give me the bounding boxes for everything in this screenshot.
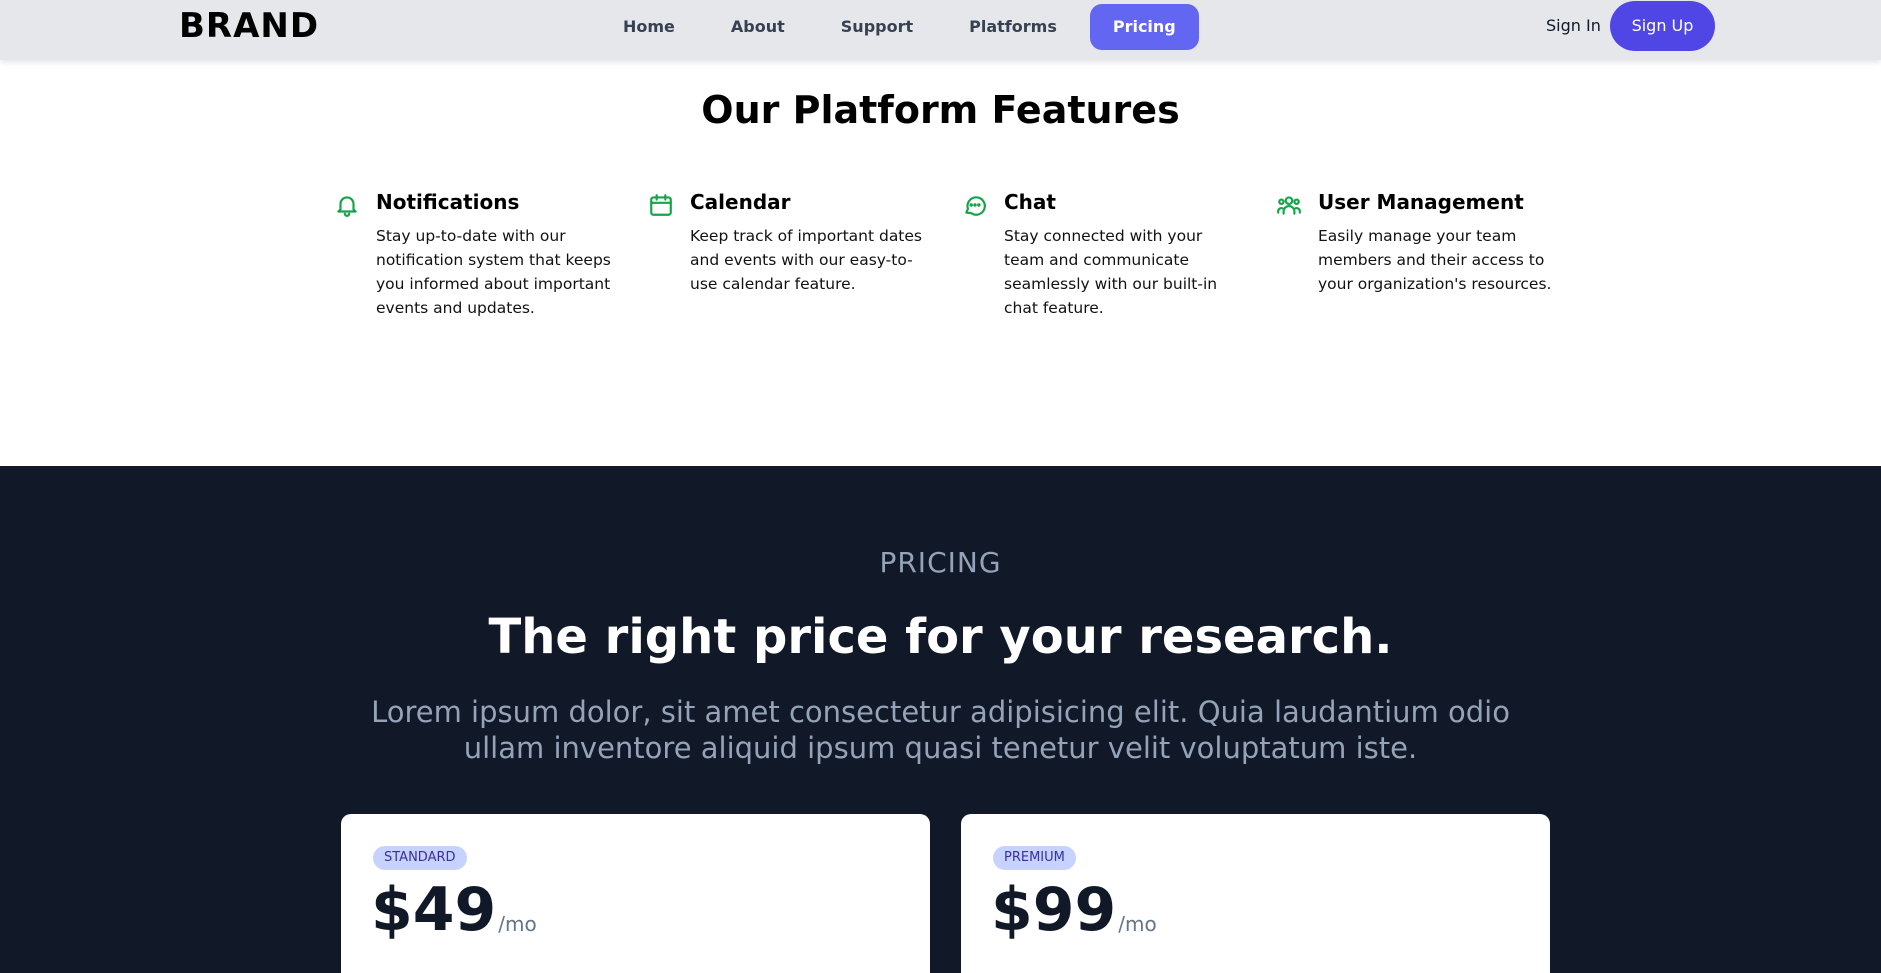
chat-icon (962, 190, 1004, 320)
bell-icon (334, 190, 376, 320)
feature-description: Stay up-to-date with our notification sy… (376, 227, 611, 317)
nav-home[interactable]: Home (600, 4, 698, 50)
feature-description: Easily manage your team members and thei… (1318, 227, 1552, 293)
plan-badge: PREMIUM (993, 846, 1076, 870)
main-nav: Home About Support Platforms Pricing (600, 4, 1209, 50)
nav-pricing[interactable]: Pricing (1089, 4, 1199, 50)
nav-about[interactable]: About (708, 4, 808, 50)
price-period: /mo (498, 912, 537, 936)
top-navbar: BRAND Home About Support Platforms Prici… (0, 0, 1881, 60)
feature-calendar: Calendar Keep track of important dates a… (648, 190, 962, 320)
feature-notifications: Notifications Stay up-to-date with our n… (334, 190, 648, 320)
price-amount: $49 (371, 875, 497, 945)
features-grid: Notifications Stay up-to-date with our n… (334, 190, 1590, 320)
plan-price: $99 /mo (991, 880, 1157, 940)
pricing-eyebrow: PRICING (879, 546, 1002, 579)
pricing-section: PRICING The right price for your researc… (0, 466, 1881, 973)
users-icon (1276, 190, 1318, 320)
feature-chat: Chat Stay connected with your team and c… (962, 190, 1276, 320)
pricing-subtext: Lorem ipsum dolor, sit amet consectetur … (371, 695, 1510, 765)
feature-title: User Management (1318, 190, 1524, 214)
features-title: Our Platform Features (701, 88, 1180, 132)
feature-user-management: User Management Easily manage your team … (1276, 190, 1590, 320)
feature-title: Notifications (376, 190, 520, 214)
calendar-icon (648, 190, 690, 320)
plan-card-premium: PREMIUM $99 /mo (961, 814, 1550, 973)
nav-support[interactable]: Support (818, 4, 936, 50)
feature-description: Stay connected with your team and commun… (1004, 227, 1218, 317)
brand-logo[interactable]: BRAND (179, 6, 319, 46)
feature-title: Chat (1004, 190, 1056, 214)
price-amount: $99 (991, 875, 1117, 945)
nav-platforms[interactable]: Platforms (946, 4, 1080, 50)
feature-title: Calendar (690, 190, 791, 214)
feature-description: Keep track of important dates and events… (690, 227, 923, 293)
plan-card-standard: STANDARD $49 /mo (341, 814, 930, 973)
sign-up-button[interactable]: Sign Up (1610, 1, 1715, 51)
plan-price: $49 /mo (371, 880, 537, 940)
plan-badge: STANDARD (373, 846, 467, 870)
price-period: /mo (1118, 912, 1157, 936)
pricing-headline: The right price for your research. (488, 609, 1393, 665)
sign-in-link[interactable]: Sign In (1546, 16, 1601, 35)
